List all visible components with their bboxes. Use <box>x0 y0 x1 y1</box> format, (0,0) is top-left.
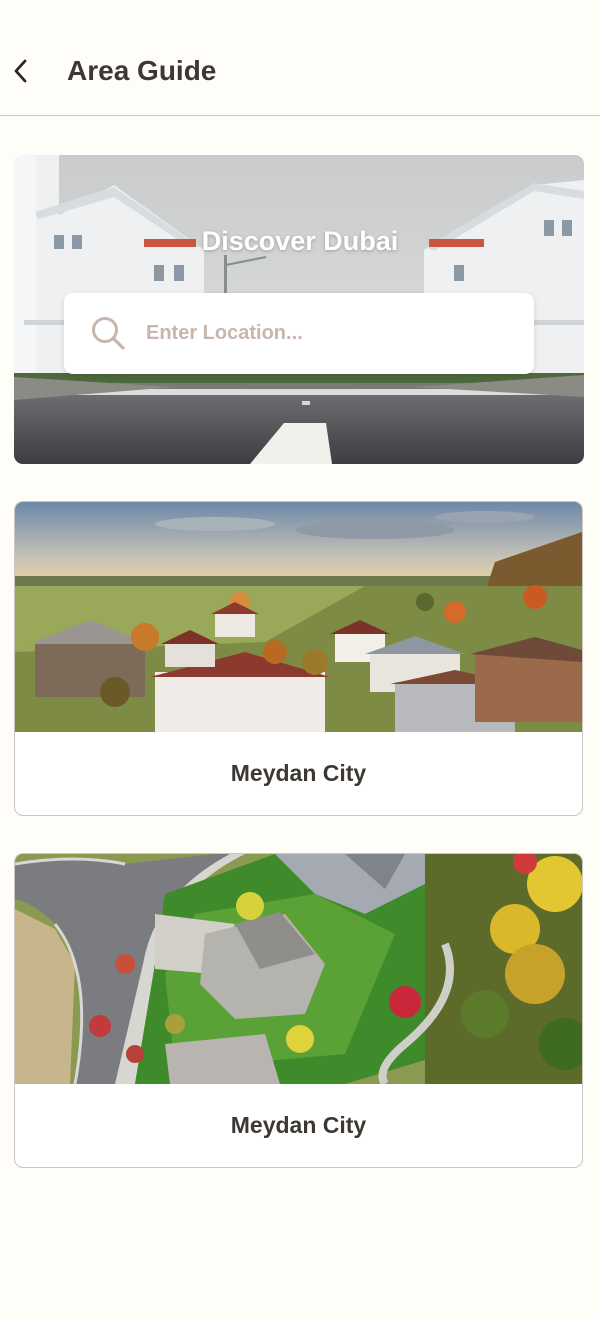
app-header: Area Guide <box>0 0 600 116</box>
location-search-input[interactable] <box>146 313 506 353</box>
area-image <box>15 502 582 732</box>
area-name: Meydan City <box>230 760 367 786</box>
search-icon <box>92 317 125 350</box>
back-button[interactable] <box>4 50 38 92</box>
hero-title: Discover Dubai <box>201 226 399 256</box>
location-search-box[interactable] <box>64 293 534 374</box>
back-arrow-icon <box>14 59 27 83</box>
area-image <box>15 854 582 1084</box>
area-card[interactable]: Meydan City <box>14 853 583 1168</box>
area-name: Meydan City <box>230 1112 367 1138</box>
page-title: Area Guide <box>67 55 217 86</box>
area-card[interactable]: Meydan City <box>14 501 583 816</box>
